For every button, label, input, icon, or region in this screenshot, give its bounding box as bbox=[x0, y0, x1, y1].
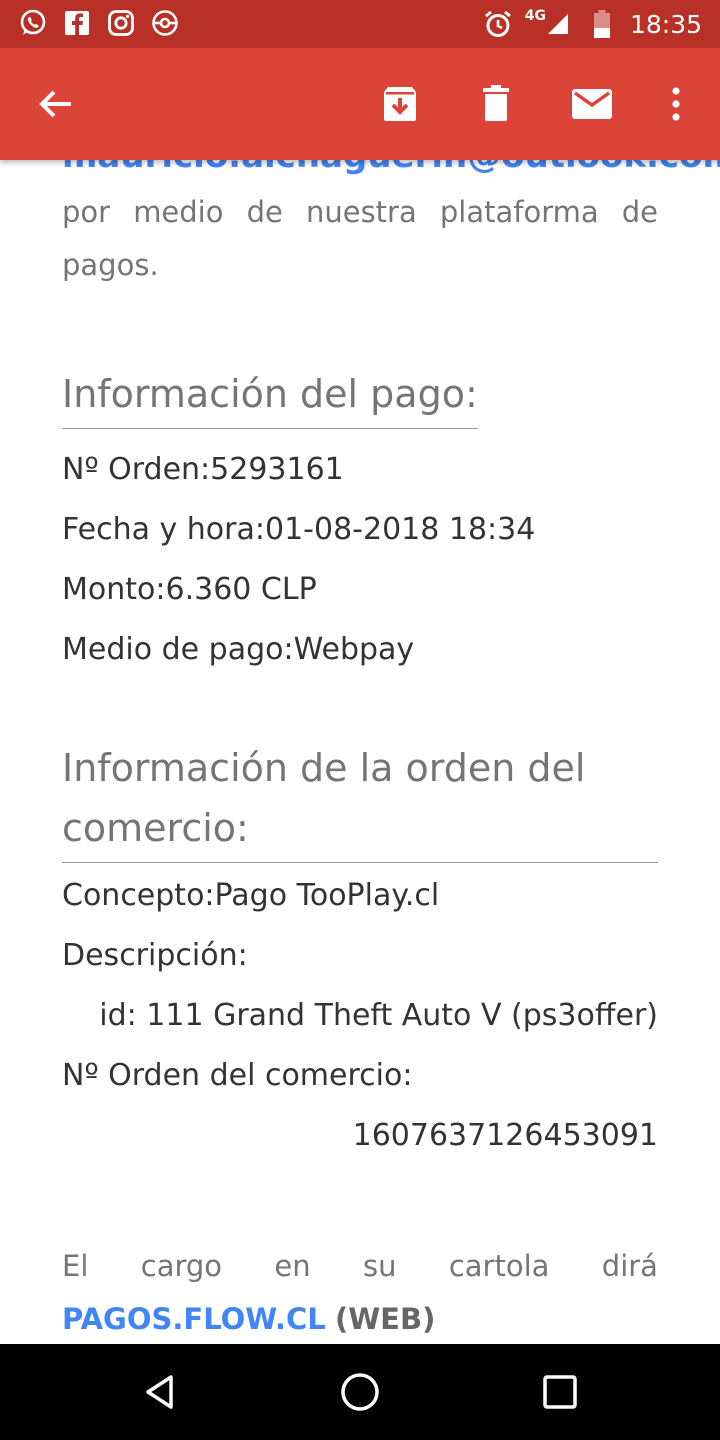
email-body[interactable]: mauricio.aichaguerin@outlook.com por med… bbox=[0, 160, 720, 1344]
more-vert-icon bbox=[672, 87, 680, 121]
pokeball-icon bbox=[152, 10, 178, 36]
footer-paragraph: El cargo en su cartola dirá PAGOS.FLOW.C… bbox=[62, 1240, 658, 1344]
nav-recents-button[interactable] bbox=[500, 1344, 620, 1440]
home-circle-icon bbox=[341, 1373, 379, 1411]
footer-suffix: (WEB) bbox=[334, 1302, 436, 1336]
order-number-row: Nº Orden:5293161 bbox=[62, 452, 344, 487]
amount-row: Monto:6.360 CLP bbox=[62, 572, 317, 607]
instagram-icon bbox=[108, 10, 134, 36]
intro-paragraph: por medio de nuestra plataforma de pagos… bbox=[62, 186, 658, 292]
mark-unread-button[interactable] bbox=[552, 48, 632, 160]
archive-button[interactable] bbox=[360, 48, 440, 160]
nav-back-button[interactable] bbox=[100, 1344, 220, 1440]
payment-method-row: Medio de pago:Webpay bbox=[62, 632, 415, 667]
facebook-icon bbox=[65, 11, 89, 35]
network-type: 4G bbox=[524, 8, 546, 24]
app-bar bbox=[0, 48, 720, 160]
back-triangle-icon bbox=[146, 1375, 173, 1409]
notification-icons bbox=[18, 8, 180, 38]
status-bar: 4G 18:35 bbox=[0, 0, 720, 48]
pagos-flow-link[interactable]: PAGOS.FLOW.CL bbox=[62, 1302, 326, 1336]
more-options-button[interactable] bbox=[636, 48, 716, 160]
date-time-row: Fecha y hora:01-08-2018 18:34 bbox=[62, 512, 536, 547]
intro-line: por medio de nuestra plataforma de bbox=[62, 195, 658, 229]
back-button[interactable] bbox=[15, 48, 95, 160]
status-time: 18:35 bbox=[629, 9, 702, 39]
system-icons: 4G 18:35 bbox=[483, 0, 702, 48]
order-info-heading: Información de la orden del comercio: bbox=[62, 738, 658, 863]
footer-line: El cargo en su cartola dirá bbox=[62, 1249, 658, 1283]
delete-button[interactable] bbox=[456, 48, 536, 160]
footer-charge-line: PAGOS.FLOW.CL (WEB) bbox=[62, 1293, 658, 1344]
nav-home-button[interactable] bbox=[300, 1344, 420, 1440]
recipient-email-link[interactable]: mauricio.aichaguerin@outlook.com bbox=[62, 160, 720, 176]
description-label: Descripción: bbox=[62, 938, 248, 973]
merchant-order-value: 1607637126453091 bbox=[352, 1118, 658, 1153]
back-arrow-icon bbox=[39, 90, 71, 118]
alarm-icon bbox=[484, 10, 511, 37]
archive-icon bbox=[384, 87, 416, 121]
mail-icon bbox=[572, 89, 612, 119]
merchant-order-label: Nº Orden del comercio: bbox=[62, 1058, 413, 1093]
navigation-bar bbox=[0, 1344, 720, 1440]
delete-icon bbox=[483, 85, 509, 121]
signal-icon bbox=[547, 14, 568, 34]
whatsapp-icon bbox=[20, 9, 46, 35]
recents-square-icon bbox=[543, 1375, 577, 1409]
battery-icon bbox=[593, 10, 610, 38]
concept-row: Concepto:Pago TooPlay.cl bbox=[62, 878, 440, 913]
intro-line-end: pagos. bbox=[62, 248, 159, 282]
payment-info-heading: Información del pago: bbox=[62, 364, 478, 429]
description-value: id: 111 Grand Theft Auto V (ps3offer) bbox=[99, 998, 658, 1033]
